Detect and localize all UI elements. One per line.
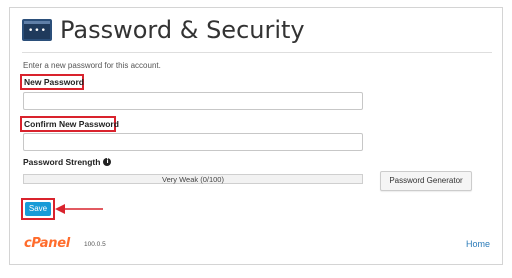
- new-password-label: New Password: [24, 77, 84, 87]
- page-header: ••• Password & Security: [22, 16, 305, 44]
- intro-text: Enter a new password for this account.: [23, 61, 161, 70]
- version-text: 100.0.5: [84, 241, 106, 248]
- page-title: Password & Security: [60, 16, 305, 44]
- save-button[interactable]: Save: [25, 202, 51, 216]
- strength-value: Very Weak (0/100): [162, 175, 224, 184]
- red-arrow-icon: [55, 204, 103, 214]
- save-button-highlight: Save: [21, 198, 55, 220]
- confirm-password-field[interactable]: [23, 133, 363, 151]
- home-link[interactable]: Home: [466, 239, 490, 249]
- password-key-icon: •••: [22, 19, 52, 41]
- confirm-password-label: Confirm New Password: [24, 119, 119, 129]
- password-strength-label: Password Strength i: [23, 157, 112, 167]
- password-strength-text: Password Strength: [23, 157, 101, 167]
- header-divider: [22, 52, 492, 53]
- password-generator-button[interactable]: Password Generator: [380, 171, 472, 191]
- new-password-field[interactable]: [23, 92, 363, 110]
- cpanel-logo: cPanel: [24, 236, 70, 251]
- password-strength-meter: Very Weak (0/100): [23, 174, 363, 184]
- info-icon[interactable]: i: [103, 158, 112, 166]
